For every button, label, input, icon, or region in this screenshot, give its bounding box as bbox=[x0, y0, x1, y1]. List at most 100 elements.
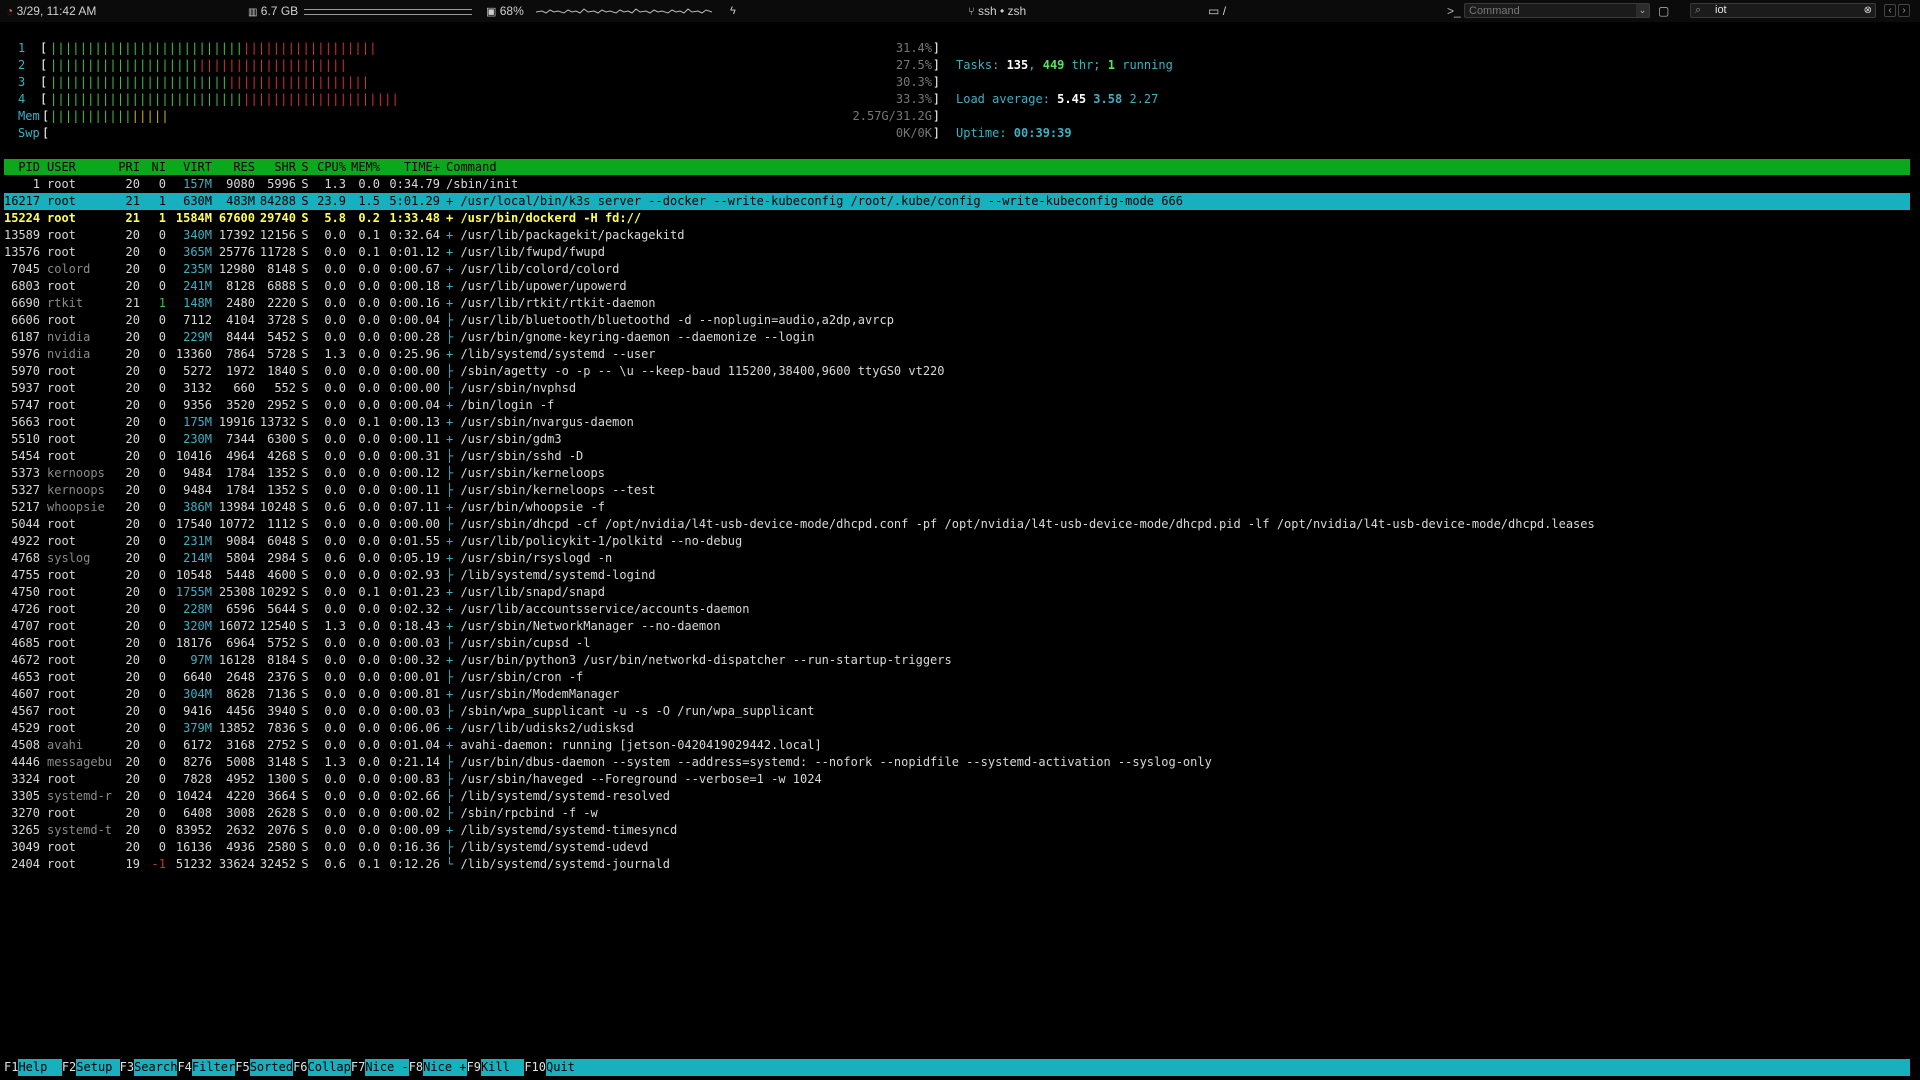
cell-cpu: 0.0 bbox=[324, 449, 346, 463]
table-row[interactable]: 4508 avahi 20 0 6172 3168 2752 S 0.0 0.0 0:01.04 + … bbox=[4, 737, 1910, 754]
clear-search-icon[interactable]: ⊗ bbox=[1864, 4, 1872, 17]
cell-virt: 10548 bbox=[175, 568, 212, 582]
fkey-f9[interactable]: F9Kill bbox=[466, 1059, 525, 1076]
table-row[interactable]: 16217 root 21 1 630M 483M 84288 S 23.9 1.5 5:01.29… bbox=[4, 193, 1910, 210]
folder-widget[interactable]: ▭ / bbox=[1208, 3, 1226, 19]
table-row[interactable]: 6803 root 20 0 241M 8128 6888 S 0.0 0.0 0:00.18 + /… bbox=[4, 278, 1910, 295]
table-row[interactable]: 3305 systemd-r 20 0 10424 4220 3664 S 0.0 0.0 0:02… bbox=[4, 788, 1910, 805]
tree-branch: + bbox=[446, 211, 461, 225]
command-text: /usr/sbin/nvargus-daemon bbox=[460, 415, 634, 429]
cell-shr: 5752 bbox=[267, 636, 296, 650]
table-row[interactable]: 3270 root 20 0 6408 3008 2628 S 0.0 0.0 0:00.02 ├ /… bbox=[4, 805, 1910, 822]
table-row[interactable]: 7045 colord 20 0 235M 12980 8148 S 0.0 0.0 0:00.67… bbox=[4, 261, 1910, 278]
cell-mem: 0.0 bbox=[358, 687, 380, 701]
table-row[interactable]: 4446 messagebu 20 0 8276 5008 3148 S 1.3 0.0 0:21.… bbox=[4, 754, 1910, 771]
col-shr[interactable]: SHR bbox=[256, 159, 296, 175]
cell-command: ├ /usr/sbin/sshd -D bbox=[446, 448, 583, 465]
search-input[interactable] bbox=[1715, 4, 1855, 17]
table-row[interactable]: 5373 kernoops 20 0 9484 1784 1352 S 0.0 0.0 0:00.1… bbox=[4, 465, 1910, 482]
table-row[interactable]: 5970 root 20 0 5272 1972 1840 S 0.0 0.0 0:00.00 ├ /… bbox=[4, 363, 1910, 380]
table-row[interactable]: 3265 systemd-t 20 0 83952 2632 2076 S 0.0 0.0 0:00… bbox=[4, 822, 1910, 839]
col-state[interactable]: S bbox=[300, 159, 310, 175]
fkey-label: Quit bbox=[546, 1060, 590, 1074]
table-row[interactable]: 4707 root 20 0 320M 16072 12540 S 1.3 0.0 0:18.43 +… bbox=[4, 618, 1910, 635]
meter-bracket-open: [ bbox=[40, 75, 48, 89]
command-text: /sbin/rpcbind -f -w bbox=[460, 806, 598, 820]
fkey-f10[interactable]: F10Quit bbox=[524, 1059, 590, 1076]
table-row[interactable]: 4750 root 20 0 1755M 25308 10292 S 0.0 0.1 0:01.23… bbox=[4, 584, 1910, 601]
table-row[interactable]: 13576 root 20 0 365M 25776 11728 S 0.0 0.1 0:01.12… bbox=[4, 244, 1910, 261]
cell-state: S bbox=[301, 619, 309, 633]
table-row[interactable]: 2404 root 19 -1 51232 33624 32452 S 0.6 0.1 0:12.2… bbox=[4, 856, 1910, 873]
command-combobox[interactable]: Command ⌄ bbox=[1464, 3, 1650, 18]
table-row[interactable]: 4685 root 20 0 18176 6964 5752 S 0.0 0.0 0:00.03 ├ … bbox=[4, 635, 1910, 652]
col-time[interactable]: TIME+ bbox=[384, 159, 440, 175]
cell-res: 2648 bbox=[226, 670, 255, 684]
col-cpu[interactable]: CPU% bbox=[314, 159, 346, 175]
table-row[interactable]: 5327 kernoops 20 0 9484 1784 1352 S 0.0 0.0 0:00.1… bbox=[4, 482, 1910, 499]
table-row[interactable]: 6606 root 20 0 7112 4104 3728 S 0.0 0.0 0:00.04 ├ /… bbox=[4, 312, 1910, 329]
fkey-f2[interactable]: F2Setup bbox=[61, 1059, 120, 1076]
table-row[interactable]: 4922 root 20 0 231M 9084 6048 S 0.0 0.0 0:01.55 + /… bbox=[4, 533, 1910, 550]
table-row[interactable]: 4768 syslog 20 0 214M 5804 2984 S 0.6 0.0 0:05.19 +… bbox=[4, 550, 1910, 567]
table-row[interactable]: 5663 root 20 0 175M 19916 13732 S 0.0 0.1 0:00.13 +… bbox=[4, 414, 1910, 431]
table-row[interactable]: 4529 root 20 0 379M 13852 7836 S 0.0 0.0 0:06.06 + … bbox=[4, 720, 1910, 737]
table-row[interactable]: 3324 root 20 0 7828 4952 1300 S 0.0 0.0 0:00.83 ├ /… bbox=[4, 771, 1910, 788]
cell-user: root bbox=[47, 398, 76, 412]
search-prev-button[interactable]: ‹ bbox=[1884, 4, 1896, 17]
search-next-button[interactable]: › bbox=[1898, 4, 1910, 17]
col-mem[interactable]: MEM% bbox=[348, 159, 380, 175]
table-row[interactable]: 4607 root 20 0 304M 8628 7136 S 0.0 0.0 0:00.81 + /… bbox=[4, 686, 1910, 703]
fkey-f4[interactable]: F4Filter bbox=[177, 1059, 235, 1076]
table-row[interactable]: 6690 rtkit 21 1 148M 2480 2220 S 0.0 0.0 0:00.16 + … bbox=[4, 295, 1910, 312]
fkey-f7[interactable]: F7Nice - bbox=[350, 1059, 409, 1076]
table-row[interactable]: 15224 root 21 1 1584M 67600 29740 S 5.8 0.2 1:33.4… bbox=[4, 210, 1910, 227]
fkey-f3[interactable]: F3Search bbox=[119, 1059, 177, 1076]
table-row[interactable]: 5937 root 20 0 3132 660 552 S 0.0 0.0 0:00.00 ├ /us… bbox=[4, 380, 1910, 397]
cell-ni: 0 bbox=[158, 704, 166, 718]
col-virt[interactable]: VIRT bbox=[170, 159, 212, 175]
table-row[interactable]: 5454 root 20 0 10416 4964 4268 S 0.0 0.0 0:00.31 ├ … bbox=[4, 448, 1910, 465]
table-row[interactable]: 4755 root 20 0 10548 5448 4600 S 0.0 0.0 0:02.93 ├ … bbox=[4, 567, 1910, 584]
cell-pri: 20 bbox=[125, 517, 140, 531]
table-row[interactable]: 3049 root 20 0 16136 4936 2580 S 0.0 0.0 0:16.36 ├ … bbox=[4, 839, 1910, 856]
col-ni[interactable]: NI bbox=[146, 159, 166, 175]
cell-mem: 0.1 bbox=[358, 585, 380, 599]
table-row[interactable]: 5510 root 20 0 230M 7344 6300 S 0.0 0.0 0:00.11 + /… bbox=[4, 431, 1910, 448]
col-res[interactable]: RES bbox=[215, 159, 255, 175]
table-row[interactable]: 4653 root 20 0 6640 2648 2376 S 0.0 0.0 0:00.01 ├ /… bbox=[4, 669, 1910, 686]
cell-command: + /usr/lib/upower/upowerd bbox=[446, 278, 627, 295]
cell-state: S bbox=[301, 687, 309, 701]
composer-icon[interactable]: ▢ bbox=[1658, 3, 1669, 19]
table-row[interactable]: 1 root 20 0 157M 9080 5996 S 1.3 0.0 0:34.79/sbin/… bbox=[4, 176, 1910, 193]
command-text: /usr/sbin/cupsd -l bbox=[460, 636, 591, 650]
col-command[interactable]: Command bbox=[446, 159, 497, 175]
col-pri[interactable]: PRI bbox=[114, 159, 140, 175]
table-row[interactable]: 6187 nvidia 20 0 229M 8444 5452 S 0.0 0.0 0:00.28 ├… bbox=[4, 329, 1910, 346]
cell-pid: 13576 bbox=[4, 245, 41, 259]
table-row[interactable]: 13589 root 20 0 340M 17392 12156 S 0.0 0.1 0:32.64… bbox=[4, 227, 1910, 244]
fkey-f6[interactable]: F6Collap bbox=[293, 1059, 351, 1076]
meter-bracket-close: ] bbox=[932, 126, 940, 140]
cell-cpu: 0.0 bbox=[324, 364, 346, 378]
table-row[interactable]: 4672 root 20 0 97M 16128 8184 S 0.0 0.0 0:00.32 + /… bbox=[4, 652, 1910, 669]
table-row[interactable]: 5217 whoopsie 20 0 386M 13984 10248 S 0.6 0.0 0:07… bbox=[4, 499, 1910, 516]
table-row[interactable]: 4567 root 20 0 9416 4456 3940 S 0.0 0.0 0:00.03 ├ /… bbox=[4, 703, 1910, 720]
cell-ni: 0 bbox=[158, 534, 166, 548]
chevron-down-icon[interactable]: ⌄ bbox=[1636, 4, 1649, 17]
cell-pid: 4607 bbox=[11, 687, 40, 701]
cell-shr: 1300 bbox=[267, 772, 296, 786]
col-user[interactable]: USER bbox=[47, 159, 117, 175]
fkey-f5[interactable]: F5Sorted bbox=[235, 1059, 293, 1076]
fkey-f8[interactable]: F8Nice + bbox=[408, 1059, 467, 1076]
table-row[interactable]: 5044 root 20 0 17540 10772 1112 S 0.0 0.0 0:00.00 ├… bbox=[4, 516, 1910, 533]
cell-shr: 5996 bbox=[267, 177, 296, 191]
fkey-f1[interactable]: F1Help bbox=[4, 1059, 62, 1076]
cell-user: rtkit bbox=[47, 296, 84, 310]
table-row[interactable]: 5747 root 20 0 9356 3520 2952 S 0.0 0.0 0:00.04 + /… bbox=[4, 397, 1910, 414]
cell-virt: 320M bbox=[183, 619, 212, 633]
search-field[interactable]: ⌕ ⊗ bbox=[1690, 3, 1876, 18]
col-pid[interactable]: PID bbox=[4, 159, 40, 175]
table-row[interactable]: 4726 root 20 0 228M 6596 5644 S 0.0 0.0 0:02.32 + /… bbox=[4, 601, 1910, 618]
table-row[interactable]: 5976 nvidia 20 0 13360 7864 5728 S 1.3 0.0 0:25.96… bbox=[4, 346, 1910, 363]
